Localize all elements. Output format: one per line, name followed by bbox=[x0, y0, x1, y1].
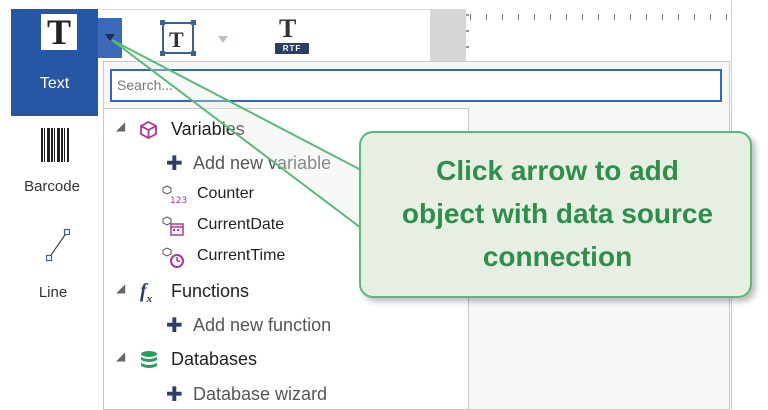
clock-variable-icon bbox=[162, 247, 184, 268]
tree-group-databases[interactable]: ◢ Databases bbox=[116, 349, 456, 373]
rtf-tag: RTF bbox=[275, 43, 309, 54]
text-tool-dropdown-arrow[interactable] bbox=[98, 18, 122, 58]
expand-triangle-icon: ◢ bbox=[116, 281, 126, 295]
text-icon: T bbox=[41, 14, 77, 50]
svg-text:123: 123 bbox=[170, 196, 187, 206]
plus-icon: ✚ bbox=[166, 384, 183, 406]
dropdown-arrow-icon bbox=[105, 34, 115, 41]
barcode-icon bbox=[41, 128, 69, 162]
add-new-function[interactable]: ✚ Add new function bbox=[166, 315, 456, 339]
search-input[interactable]: Search... bbox=[110, 69, 722, 102]
database-icon bbox=[141, 351, 157, 368]
tree-group-label: Variables bbox=[171, 119, 245, 139]
variables-icon bbox=[140, 121, 157, 139]
function-icon: fx bbox=[140, 280, 153, 305]
tree-group-label: Functions bbox=[171, 281, 250, 301]
plus-icon: ✚ bbox=[166, 315, 183, 337]
ruler-ticks bbox=[470, 14, 732, 20]
expand-triangle-icon: ◢ bbox=[116, 119, 126, 133]
line-tool-label: Line bbox=[38, 284, 68, 301]
line-icon bbox=[46, 228, 70, 262]
text-tool-button[interactable]: T Text bbox=[11, 9, 98, 116]
line-tool-button[interactable]: Line bbox=[12, 220, 100, 301]
vertical-ruler-ticks bbox=[466, 14, 469, 66]
database-wizard[interactable]: ✚ Database wizard bbox=[166, 384, 456, 408]
callout-text: Click arrow to add object with data sour… bbox=[401, 155, 714, 272]
tree-group-label: Databases bbox=[171, 349, 258, 369]
barcode-tool-label: Barcode bbox=[24, 178, 80, 195]
text-box-tool-icon[interactable]: T bbox=[160, 20, 196, 56]
plus-icon: ✚ bbox=[166, 153, 183, 175]
hint-callout: Click arrow to add object with data sour… bbox=[359, 131, 752, 298]
text-tool-label: Text bbox=[39, 75, 70, 92]
counter-variable-icon: 123 bbox=[162, 185, 187, 206]
toolbox: T Text Barcode Line bbox=[0, 0, 100, 410]
text-box-dropdown-arrow[interactable] bbox=[218, 36, 228, 43]
calendar-variable-icon bbox=[162, 216, 184, 236]
rtf-tool-icon[interactable]: T RTF bbox=[275, 14, 309, 56]
expand-triangle-icon: ◢ bbox=[116, 349, 126, 363]
barcode-tool-button[interactable]: Barcode bbox=[12, 120, 100, 200]
